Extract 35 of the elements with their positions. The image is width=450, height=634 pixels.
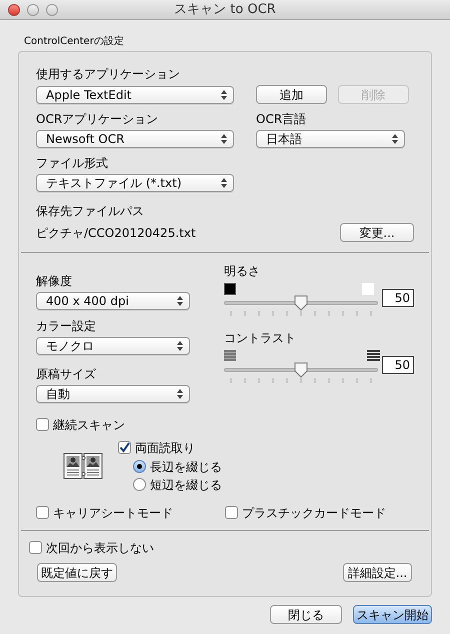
field-label: カラー設定 <box>36 320 97 332</box>
field-label: OCR言語 <box>256 113 308 125</box>
close-button[interactable]: 閉じる <box>270 605 342 624</box>
value-field[interactable]: 50 <box>382 289 414 307</box>
field-label: 解像度 <box>36 275 73 287</box>
radio-label: 短辺を綴じる <box>150 478 222 490</box>
start-scan-button[interactable]: スキャン開始 <box>353 605 432 624</box>
slider-label: 明るさ <box>224 265 261 277</box>
reset-defaults-button[interactable]: 既定値に戻す <box>37 563 117 582</box>
ocr-language-select[interactable]: 日本語 <box>256 130 405 148</box>
field-label: 保存先ファイルパス <box>36 205 145 217</box>
field-label: OCRアプリケーション <box>36 113 160 125</box>
group-title: ControlCenterの設定 <box>24 37 125 47</box>
color-select[interactable]: モノクロ <box>36 337 190 355</box>
checkbox-label: 継続スキャン <box>53 418 125 430</box>
field-label: 使用するアプリケーション <box>36 68 181 80</box>
field-label: ファイル形式 <box>36 157 109 169</box>
file-format-select[interactable]: テキストファイル (*.txt) <box>36 174 234 192</box>
radio-label: 長辺を綴じる <box>150 460 222 472</box>
add-button[interactable]: 追加 <box>256 85 327 104</box>
value-field[interactable]: 50 <box>382 356 414 374</box>
window-title: スキャン to OCR <box>174 3 276 16</box>
resolution-select[interactable]: 400 x 400 dpi <box>36 292 190 310</box>
slider-label: コントラスト <box>224 332 297 344</box>
change-button[interactable]: 変更... <box>340 223 414 242</box>
checkbox-label: 両面読取り <box>135 442 195 454</box>
ocr-application-select[interactable]: Newsoft OCR <box>36 130 234 148</box>
file-path: ピクチャ/CCO20120425.txt <box>36 226 196 238</box>
field-label: 原稿サイズ <box>36 368 97 380</box>
document-size-select[interactable]: 自動 <box>36 385 190 403</box>
application-select[interactable]: Apple TextEdit <box>36 86 234 104</box>
checkbox-label: 次回から表示しない <box>46 542 154 554</box>
checkbox-label: キャリアシートモード <box>53 506 173 518</box>
checkbox-label: プラスチックカードモード <box>242 506 386 518</box>
advanced-settings-button[interactable]: 詳細設定... <box>343 563 412 582</box>
